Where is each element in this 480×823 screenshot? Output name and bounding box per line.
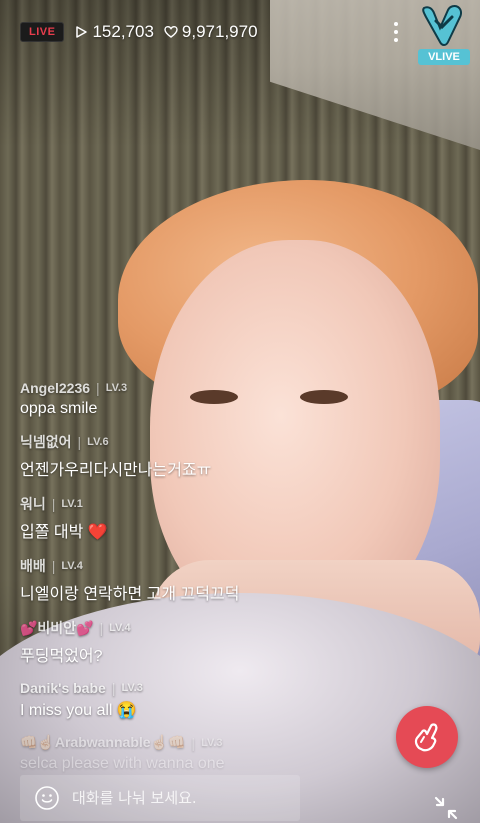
smiley-icon[interactable] — [34, 785, 60, 811]
chat-message: 워니 | LV.1 입쫄 대박 ❤️ — [20, 494, 420, 542]
chat-message: Angel2236 | LV.3 oppa smile — [20, 380, 420, 418]
chat-username[interactable]: Angel2236 — [20, 380, 90, 396]
chat-message-meta: 워니 | LV.1 — [20, 494, 420, 514]
chat-level: LV.3 — [105, 382, 128, 394]
chat-message: 💕비비안💕 | LV.4 푸딩먹었어? — [20, 618, 420, 666]
chat-message-meta: 💕비비안💕 | LV.4 — [20, 618, 420, 638]
chat-text: 입쫄 대박 ❤️ — [20, 524, 108, 541]
play-icon — [76, 26, 88, 38]
live-badge: LIVE — [20, 22, 65, 42]
chat-input-bar[interactable] — [20, 775, 300, 821]
chat-username[interactable]: 배배 — [20, 556, 46, 576]
chat-username[interactable]: 💕비비안💕 — [20, 618, 94, 638]
chat-separator: | — [77, 434, 82, 450]
chat-message: 👊🏻☝🏻Arabwannable☝🏻👊🏻 | LV.3 selca please… — [20, 734, 420, 773]
vlive-v-icon — [418, 4, 470, 48]
chat-username[interactable]: Danik's babe — [20, 680, 106, 696]
chat-username[interactable]: 닉넴없어 — [20, 432, 72, 452]
chat-separator: | — [51, 496, 56, 512]
chat-level: LV.4 — [61, 560, 83, 572]
chat-message-meta: 닉넴없어 | LV.6 — [20, 432, 420, 452]
finger-heart-button[interactable] — [396, 706, 458, 768]
chat-level: LV.3 — [201, 736, 223, 749]
like-count: 9,971,970 — [164, 22, 258, 42]
chat-separator: | — [111, 680, 116, 696]
view-count-value: 152,703 — [92, 22, 154, 41]
chat-message-meta: Danik's babe | LV.3 — [20, 680, 420, 696]
shrink-arrows-icon[interactable] — [432, 794, 460, 822]
chat-list: Angel2236 | LV.3 oppa smile 닉넴없어 | LV.6 … — [20, 380, 420, 787]
heart-outline-icon — [164, 25, 178, 38]
vlive-label: VLIVE — [418, 49, 470, 65]
chat-level: LV.6 — [87, 436, 109, 448]
chat-message-meta: 배배 | LV.4 — [20, 556, 420, 576]
finger-heart-icon — [414, 723, 438, 752]
chat-input[interactable] — [70, 788, 300, 808]
chat-level: LV.4 — [109, 622, 131, 634]
chat-username[interactable]: 👊🏻☝🏻Arabwannable☝🏻👊🏻 — [20, 734, 185, 751]
more-vertical-icon[interactable] — [386, 20, 406, 44]
chat-separator: | — [51, 558, 56, 574]
like-count-value: 9,971,970 — [181, 22, 258, 41]
chat-username[interactable]: 워니 — [20, 494, 46, 514]
chat-text: selca please with wanna one — [20, 755, 225, 772]
chat-message-meta: 👊🏻☝🏻Arabwannable☝🏻👊🏻 | LV.3 — [20, 734, 420, 751]
chat-separator: | — [99, 620, 104, 636]
chat-text: 언젠가우리다시만나는거죠ㅠ — [20, 462, 212, 479]
chat-separator: | — [191, 734, 196, 751]
chat-level: LV.1 — [61, 498, 83, 510]
chat-text: 니엘이랑 연락하면 고개 끄덕끄덕 — [20, 586, 240, 603]
chat-level: LV.3 — [121, 682, 143, 694]
chat-text: I miss you all 😭 — [20, 702, 137, 719]
chat-message: Danik's babe | LV.3 I miss you all 😭 — [20, 680, 420, 720]
view-count: 152,703 — [74, 22, 154, 42]
chat-message: 닉넴없어 | LV.6 언젠가우리다시만나는거죠ㅠ — [20, 432, 420, 480]
chat-message-meta: Angel2236 | LV.3 — [20, 380, 420, 396]
vlive-logo: VLIVE — [418, 4, 470, 66]
chat-message: 배배 | LV.4 니엘이랑 연락하면 고개 끄덕끄덕 — [20, 556, 420, 604]
chat-text: oppa smile — [20, 400, 98, 417]
chat-text: 푸딩먹었어? — [20, 648, 103, 665]
chat-separator: | — [96, 380, 100, 396]
